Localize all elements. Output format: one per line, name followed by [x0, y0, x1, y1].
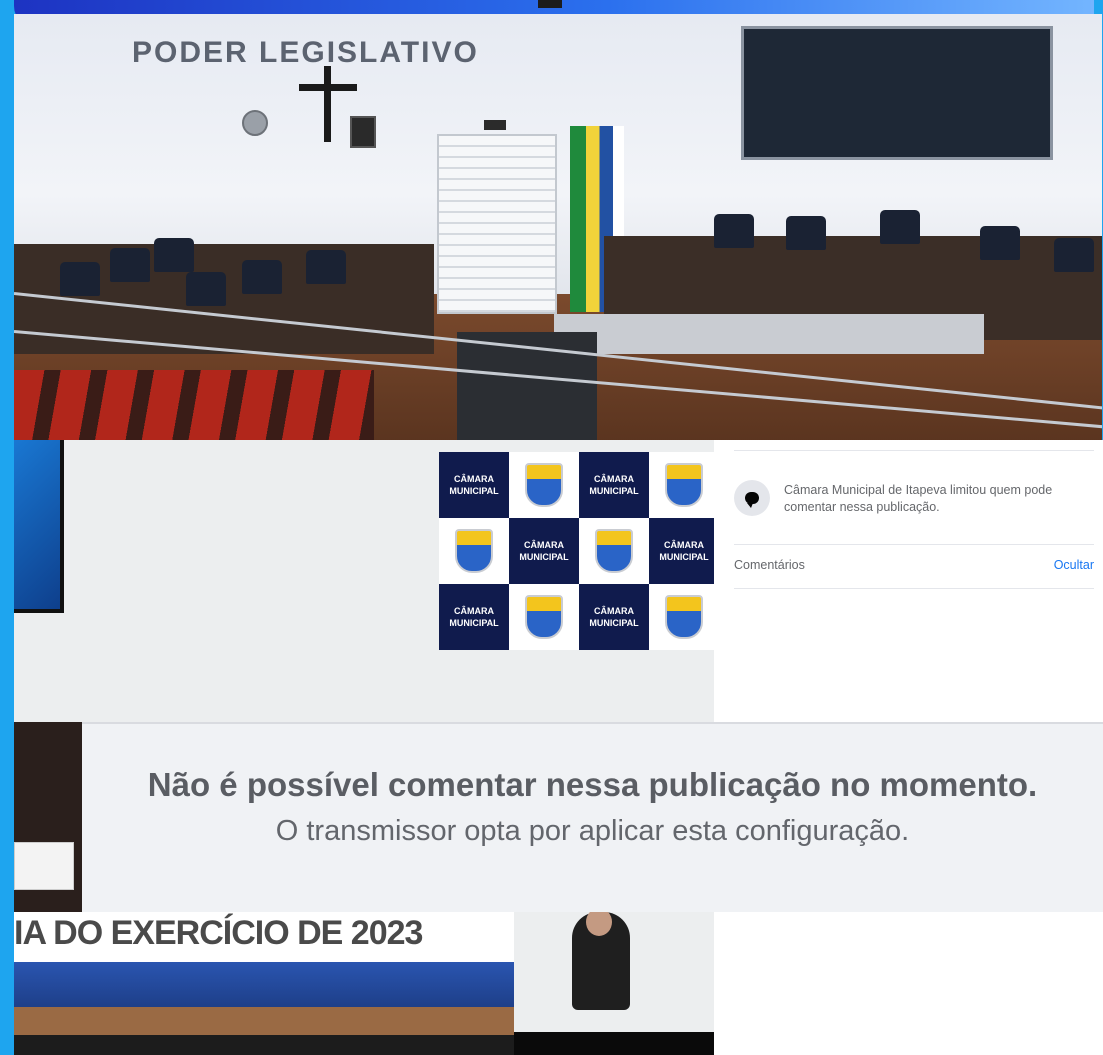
- sign-language-interpreter: [514, 912, 714, 1055]
- cross-icon: [324, 66, 331, 142]
- notice-text: Câmara Municipal de Itapeva limitou quem…: [784, 483, 1053, 514]
- livestream-video: CÂMARA MUNICIPAL CÂMARA MUNICIPAL CÂMARA…: [14, 440, 714, 722]
- crest-tile: [509, 584, 579, 650]
- wall-portrait: [350, 116, 376, 148]
- slide-bar: [14, 962, 514, 1007]
- interpreter-bottom: [514, 1032, 714, 1055]
- crest-icon: [665, 463, 703, 507]
- banner-title: Não é possível comentar nessa publicação…: [147, 766, 1038, 803]
- chair: [980, 226, 1020, 260]
- chair: [154, 238, 194, 272]
- crest-icon: [665, 595, 703, 639]
- backdrop-tile: CÂMARA MUNICIPAL: [509, 518, 579, 584]
- backdrop-tile: CÂMARA MUNICIPAL: [579, 584, 649, 650]
- wall-sign: PODER LEGISLATIVO: [132, 36, 479, 69]
- backdrop-tile: CÂMARA MUNICIPAL: [439, 452, 509, 518]
- chair: [242, 260, 282, 294]
- chair: [110, 248, 150, 282]
- chair: [306, 250, 346, 284]
- backdrop-tile: CÂMARA MUNICIPAL: [579, 452, 649, 518]
- slide-bottom: [14, 1035, 514, 1055]
- chair: [714, 214, 754, 248]
- divider: [734, 588, 1094, 589]
- comment-restriction-notice: Câmara Municipal de Itapeva limitou quem…: [734, 480, 1094, 516]
- comments-label: Comentários: [734, 558, 805, 572]
- backdrop-tile: CÂMARA MUNICIPAL: [649, 518, 714, 584]
- comments-disabled-banner: Não é possível comentar nessa publicação…: [82, 722, 1103, 914]
- chair: [60, 262, 100, 296]
- panel-bottom: [714, 912, 1103, 1055]
- video-edge-box: [14, 842, 74, 890]
- audience-seats: [14, 370, 374, 440]
- crest-icon: [595, 529, 633, 573]
- logo-backdrop: CÂMARA MUNICIPAL CÂMARA MUNICIPAL CÂMARA…: [439, 452, 714, 722]
- crest-icon: [525, 595, 563, 639]
- speech-bubble-icon: [734, 480, 770, 516]
- crest-tile: [649, 452, 714, 518]
- presentation-slide: IA DO EXERCÍCIO DE 2023: [14, 912, 514, 1055]
- exit-sign: [484, 120, 506, 130]
- post-actions-row: [734, 440, 1094, 451]
- cross-icon-bar: [299, 84, 357, 91]
- divider: [734, 544, 1094, 545]
- backdrop-tile: CÂMARA MUNICIPAL: [439, 584, 509, 650]
- crest-icon: [525, 463, 563, 507]
- chair: [880, 210, 920, 244]
- crest-tile: [439, 518, 509, 584]
- dais-step: [554, 314, 984, 354]
- crest-tile: [579, 518, 649, 584]
- chair: [186, 272, 226, 306]
- wall-tv: [14, 440, 64, 613]
- wall-screen: [741, 26, 1053, 160]
- chair: [1054, 238, 1094, 272]
- crest-tile: [509, 452, 579, 518]
- crest-icon: [455, 529, 493, 573]
- slide-title: IA DO EXERCÍCIO DE 2023: [14, 914, 423, 952]
- chair: [786, 216, 826, 250]
- comments-header: Comentários Ocultar: [734, 558, 1094, 572]
- plenary-hall-photo: PODER LEGISLATIVO: [14, 14, 1102, 440]
- crest-tile: [649, 584, 714, 650]
- hall-doors: [437, 134, 557, 314]
- top-notch: [538, 0, 562, 8]
- hide-comments-link[interactable]: Ocultar: [1054, 558, 1094, 572]
- clock-icon: [242, 110, 268, 136]
- slide-stripe: [14, 1007, 514, 1035]
- banner-subtitle: O transmissor opta por aplicar esta conf…: [275, 815, 910, 847]
